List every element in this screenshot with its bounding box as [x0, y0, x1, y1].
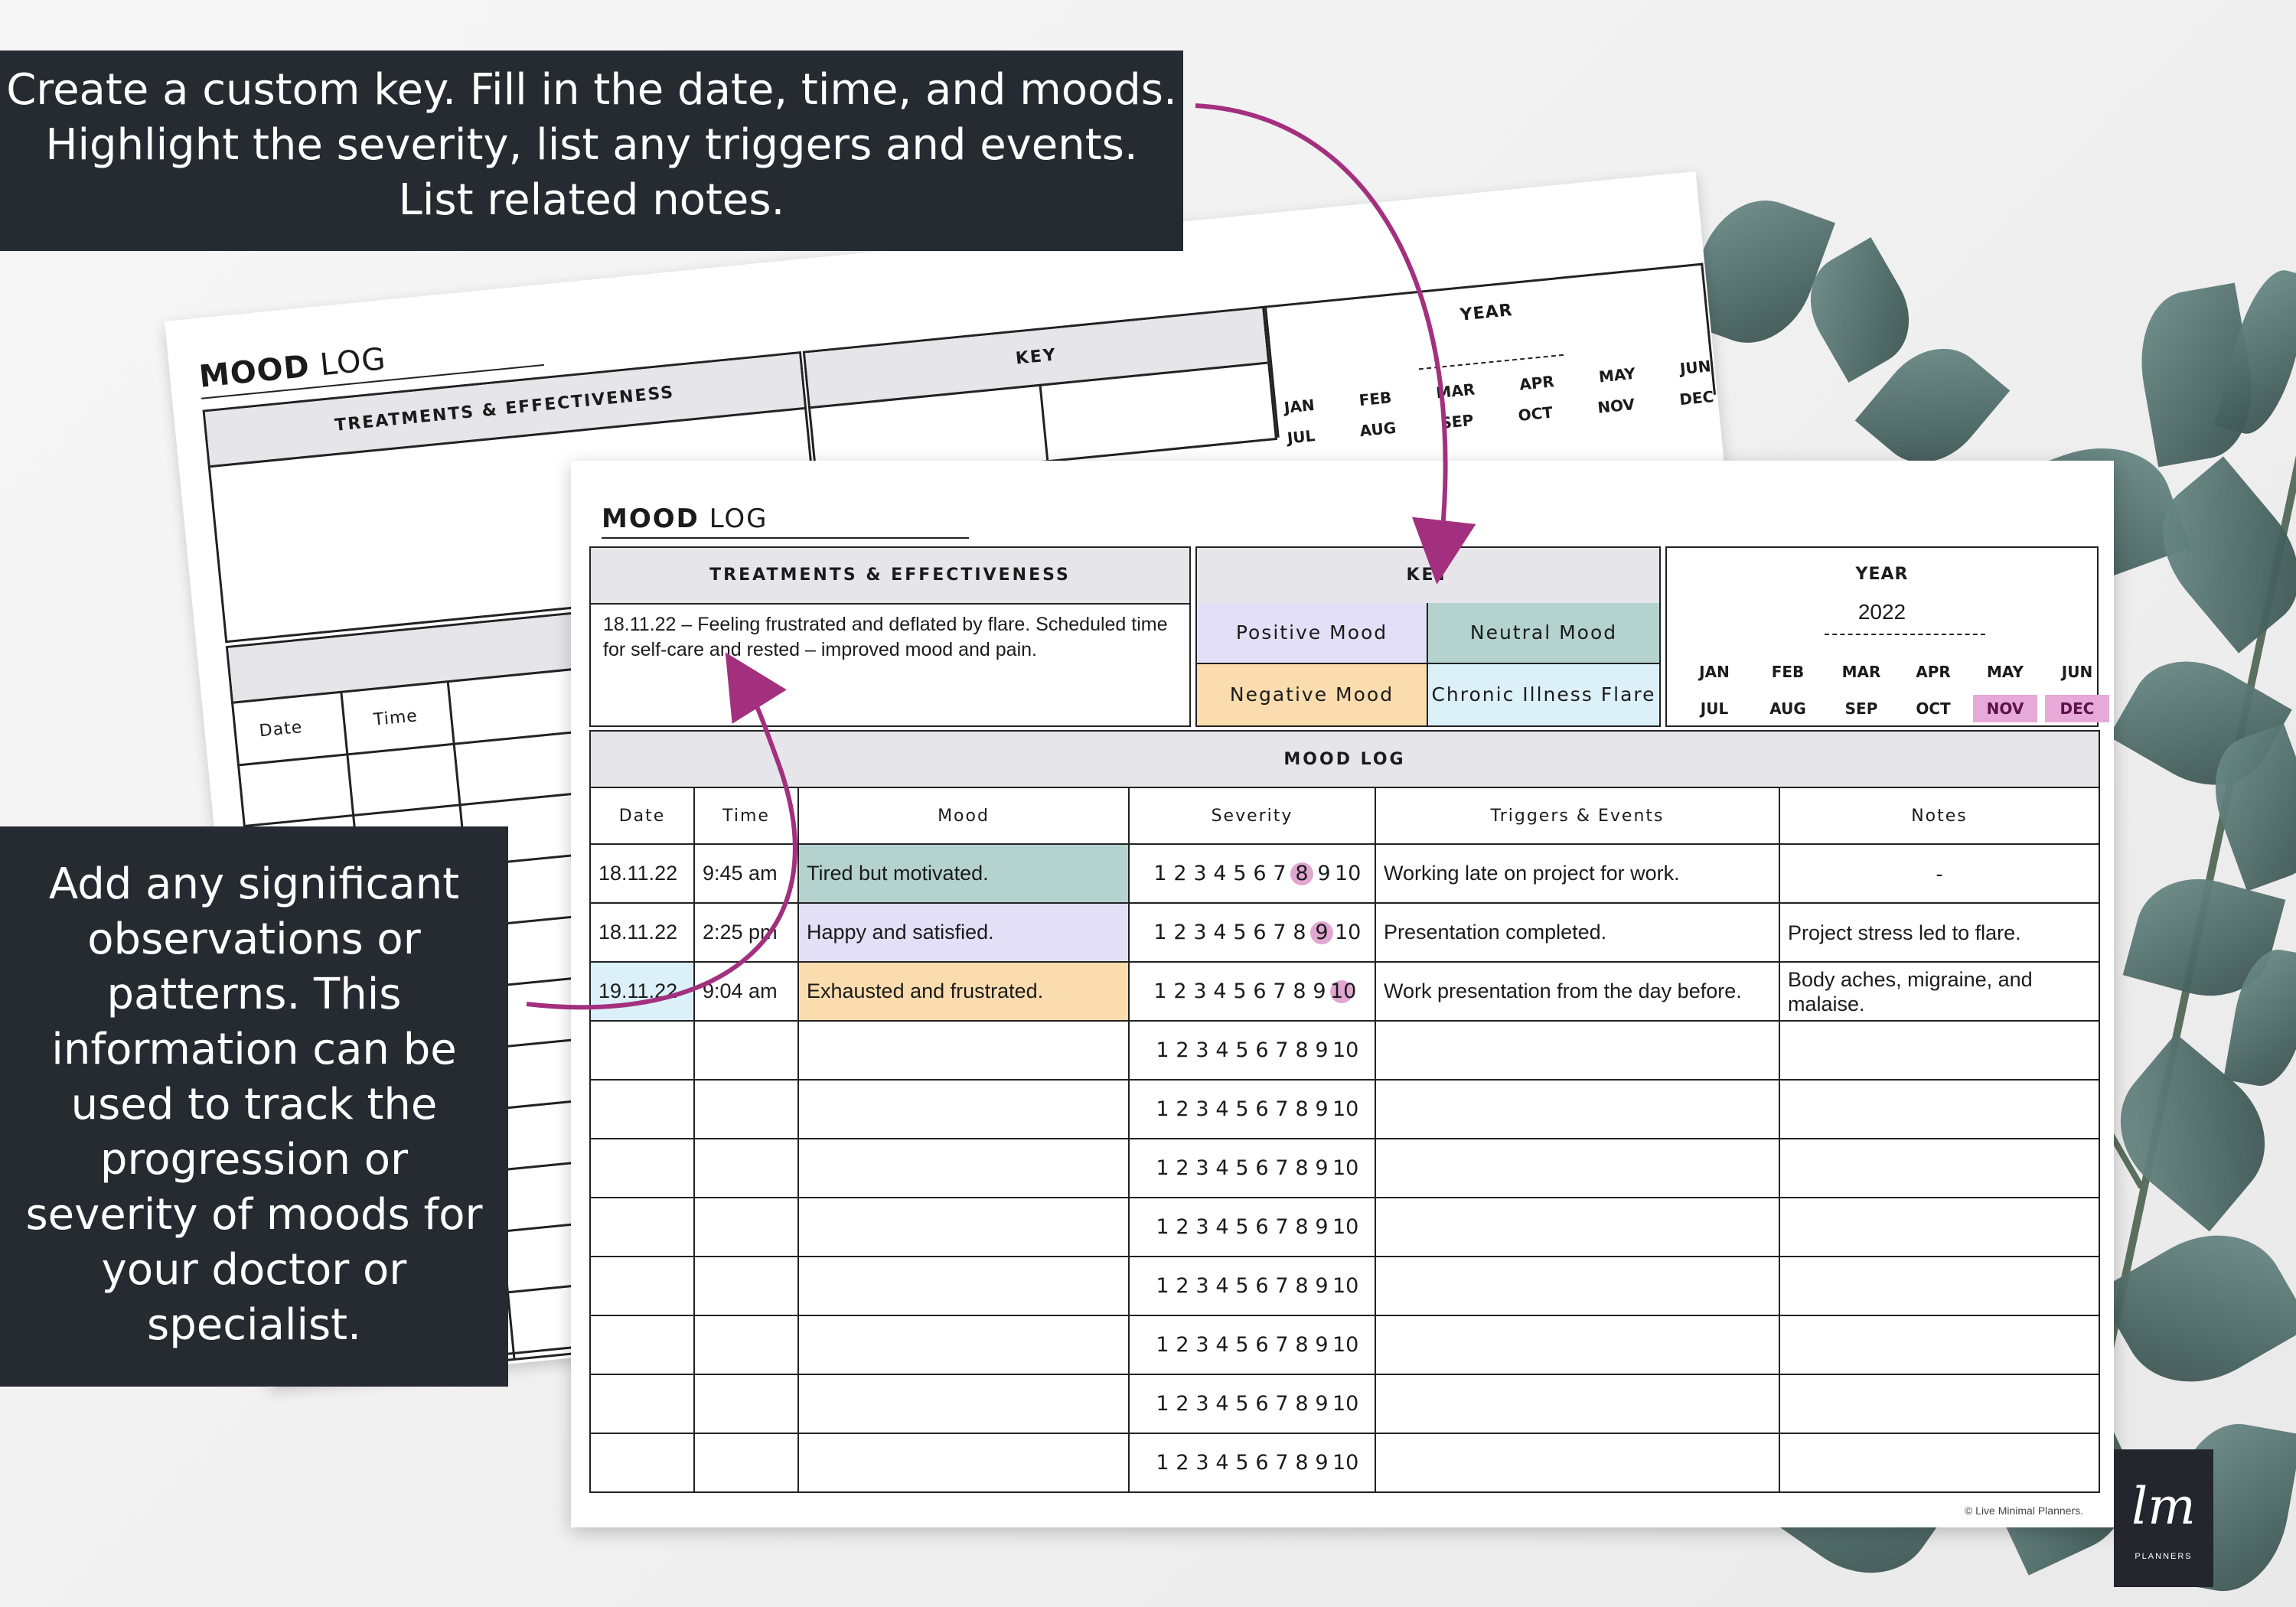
brand-logo: lm PLANNERS — [2114, 1449, 2213, 1587]
pointer-arrows — [526, 103, 1476, 1010]
arrow-to-key — [1195, 103, 1476, 585]
arrow-to-treatments — [526, 652, 797, 1010]
